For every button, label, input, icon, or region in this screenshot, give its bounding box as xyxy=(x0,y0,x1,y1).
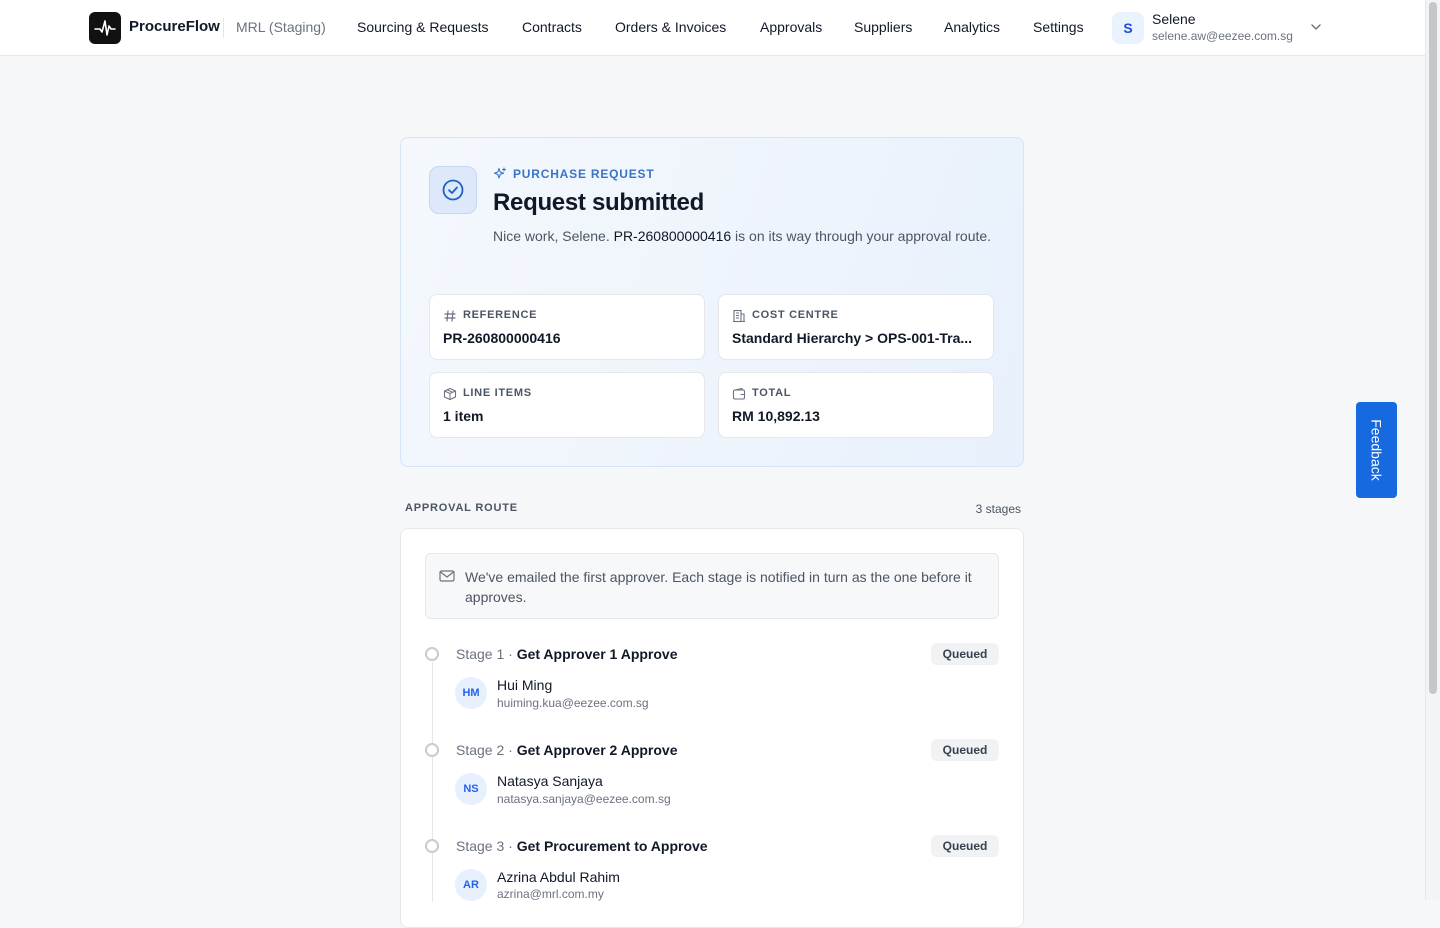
stage-1-status-badge: Queued xyxy=(931,643,999,665)
nav-item-contracts[interactable]: Contracts xyxy=(522,19,582,35)
total-card: TOTAL RM 10,892.13 xyxy=(718,372,994,438)
stage-1-title: Stage 1 · Get Approver 1 Approve xyxy=(456,646,678,662)
eyebrow-label: PURCHASE REQUEST xyxy=(513,167,655,181)
wallet-icon xyxy=(732,387,746,400)
page-title: Request submitted xyxy=(493,189,704,216)
nav-item-approvals[interactable]: Approvals xyxy=(760,19,822,35)
submission-message: Nice work, Selene. PR-260800000416 is on… xyxy=(493,225,993,248)
line-items-value: 1 item xyxy=(443,408,484,424)
stage-3-name: Get Procurement to Approve xyxy=(516,838,708,854)
stage-3-title: Stage 3 · Get Procurement to Approve xyxy=(456,838,708,854)
nav-item-analytics[interactable]: Analytics xyxy=(944,19,1000,35)
stage-2-status-badge: Queued xyxy=(931,739,999,761)
stage-2-approver-email: natasya.sanjaya@eezee.com.sg xyxy=(497,792,671,806)
nav-item-orders-invoices[interactable]: Orders & Invoices xyxy=(615,19,726,35)
stage-1-approver-avatar: HM xyxy=(455,677,487,709)
notice-text: We've emailed the first approver. Each s… xyxy=(465,569,972,605)
stage-3-approver-name: Azrina Abdul Rahim xyxy=(497,869,620,885)
cost-centre-card: COST CENTRE Standard Hierarchy > OPS-001… xyxy=(718,294,994,360)
success-badge xyxy=(429,166,477,214)
email-notice: We've emailed the first approver. Each s… xyxy=(425,553,999,619)
scrollbar-thumb[interactable] xyxy=(1429,2,1437,694)
nav-item-settings[interactable]: Settings xyxy=(1033,19,1084,35)
pulse-logo-icon xyxy=(94,20,116,36)
timeline-connector xyxy=(432,662,433,902)
building-icon xyxy=(733,309,745,323)
hash-icon xyxy=(444,310,456,322)
line-items-card: LINE ITEMS 1 item xyxy=(429,372,705,438)
nav-item-sourcing-requests[interactable]: Sourcing & Requests xyxy=(357,19,489,35)
stage-2-number: Stage 2 · xyxy=(456,742,513,758)
stage-2-approver-name: Natasya Sanjaya xyxy=(497,773,603,789)
environment-label: MRL (Staging) xyxy=(236,19,326,35)
stage-2-name: Get Approver 2 Approve xyxy=(516,742,678,758)
nav-divider xyxy=(223,18,224,38)
chevron-down-icon[interactable] xyxy=(1309,20,1323,34)
stage-count: 3 stages xyxy=(975,502,1021,516)
stage-1-name: Get Approver 1 Approve xyxy=(516,646,678,662)
stage-1-approver-name: Hui Ming xyxy=(497,677,553,693)
cost-centre-value: Standard Hierarchy > OPS-001-Tra... xyxy=(732,330,973,346)
box-icon xyxy=(443,387,457,401)
stage-2-dot xyxy=(425,743,439,757)
approval-route-heading: APPROVAL ROUTE xyxy=(405,502,518,514)
total-label: TOTAL xyxy=(752,387,792,399)
top-navigation: ProcureFlow MRL (Staging) Sourcing & Req… xyxy=(0,0,1425,56)
line-items-label: LINE ITEMS xyxy=(463,387,532,399)
cost-centre-label: COST CENTRE xyxy=(752,309,839,321)
total-value: RM 10,892.13 xyxy=(732,408,820,424)
stage-2-approver-avatar: NS xyxy=(455,773,487,805)
message-prefix: Nice work, Selene. xyxy=(493,228,610,244)
user-avatar[interactable]: S xyxy=(1112,12,1144,44)
stage-1-dot xyxy=(425,647,439,661)
brand-name[interactable]: ProcureFlow xyxy=(129,18,220,35)
sparkle-icon xyxy=(493,167,507,179)
stage-3-dot xyxy=(425,839,439,853)
stage-3-status-badge: Queued xyxy=(931,835,999,857)
check-circle-icon xyxy=(442,179,464,201)
reference-card: REFERENCE PR-260800000416 xyxy=(429,294,705,360)
mail-icon xyxy=(439,570,455,582)
reference-label: REFERENCE xyxy=(463,309,538,321)
stage-2-title: Stage 2 · Get Approver 2 Approve xyxy=(456,742,678,758)
stage-1-number: Stage 1 · xyxy=(456,646,513,662)
stage-3-approver-email: azrina@mrl.com.my xyxy=(497,887,604,901)
stage-3-approver-avatar: AR xyxy=(455,869,487,901)
feedback-button[interactable]: Feedback xyxy=(1356,402,1397,498)
brand-logo[interactable] xyxy=(89,12,121,44)
reference-value: PR-260800000416 xyxy=(443,330,561,346)
message-reference: PR-260800000416 xyxy=(613,228,732,244)
stage-1-approver-email: huiming.kua@eezee.com.sg xyxy=(497,696,649,710)
feedback-label: Feedback xyxy=(1368,419,1385,481)
nav-item-suppliers[interactable]: Suppliers xyxy=(854,19,912,35)
stage-3-number: Stage 3 · xyxy=(456,838,513,854)
user-name[interactable]: Selene xyxy=(1152,11,1196,27)
user-email: selene.aw@eezee.com.sg xyxy=(1152,29,1293,43)
message-suffix: is on its way through your approval rout… xyxy=(735,228,992,244)
